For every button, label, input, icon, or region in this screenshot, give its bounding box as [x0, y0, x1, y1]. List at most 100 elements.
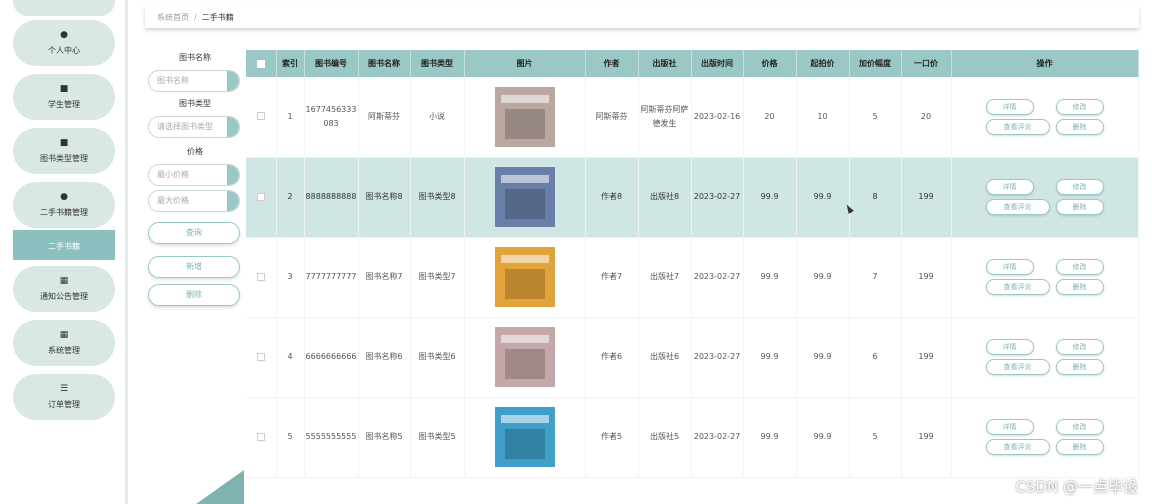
- row-delete-button[interactable]: 删除: [1055, 359, 1104, 375]
- sidebar-item-label: 图书类型管理: [40, 154, 88, 163]
- cell-code: 8888888888: [304, 157, 359, 238]
- cell-code: 5555555555: [304, 397, 359, 478]
- cell-type: 小说: [410, 77, 465, 158]
- breadcrumb-current: 二手书籍: [201, 12, 234, 22]
- row-checkbox[interactable]: [256, 192, 265, 201]
- user-icon: ●: [60, 30, 68, 40]
- table-row[interactable]: 1 1677456333083 阿斯蒂芬 小说 阿斯蒂芬 阿斯蒂芬阿萨德发生 2023-02…: [246, 77, 1139, 158]
- cell-price: 99.9: [743, 157, 797, 238]
- cell-cover: [464, 77, 586, 158]
- cell-actions: 详情 修改 查看评论 删除: [951, 157, 1139, 238]
- trash-icon: ■: [59, 84, 69, 94]
- row-delete-button[interactable]: 删除: [1055, 199, 1104, 215]
- table-header-row: 索引 图书编号 图书名称 图书类型 图片 作者 出版社 出版时间 价格 起拍价 …: [246, 50, 1139, 77]
- sidebar-item-book-types[interactable]: ■ 图书类型管理: [13, 128, 115, 174]
- book-name-input[interactable]: 图书名称: [148, 70, 240, 92]
- detail-button[interactable]: 详情: [985, 179, 1034, 195]
- detail-button[interactable]: 详情: [985, 98, 1034, 115]
- add-button[interactable]: 新增: [148, 256, 240, 278]
- book-cover-image: [494, 407, 555, 467]
- cell-index: 2: [276, 157, 305, 238]
- row-delete-button[interactable]: 删除: [1055, 118, 1104, 135]
- price-label: 价格: [187, 147, 203, 156]
- column-header: 起拍价: [796, 50, 850, 77]
- column-header: 出版社: [638, 50, 692, 77]
- view-comments-button[interactable]: 查看评论: [985, 439, 1050, 455]
- cell-start: 99.9: [796, 237, 850, 318]
- max-price-input[interactable]: 最大价格: [148, 190, 240, 212]
- cell-inc: 7: [849, 237, 902, 318]
- sidebar-item-top[interactable]: [13, 0, 115, 16]
- edit-button[interactable]: 修改: [1055, 179, 1104, 195]
- detail-button[interactable]: 详情: [985, 339, 1034, 355]
- edit-button[interactable]: 修改: [1055, 259, 1104, 275]
- column-header: 索引: [276, 50, 305, 77]
- table-row[interactable]: 4 6666666666 图书名称6 图书类型6 作者6 出版社6 2023-02-27 99…: [246, 317, 1139, 398]
- cell-date: 2023-02-16: [691, 77, 744, 158]
- edit-button[interactable]: 修改: [1055, 419, 1104, 435]
- select-all-checkbox[interactable]: [256, 59, 265, 68]
- sidebar-item-label: 学生管理: [48, 100, 80, 109]
- column-header: 价格: [743, 50, 797, 77]
- edit-button[interactable]: 修改: [1055, 98, 1104, 115]
- user-icon: ●: [60, 192, 68, 202]
- table-row[interactable]: 2 8888888888 图书名称8 图书类型8 作者8 出版社8 2023-02-27 99…: [246, 157, 1139, 238]
- book-type-select[interactable]: 请选择图书类型: [148, 116, 240, 138]
- view-comments-button[interactable]: 查看评论: [985, 359, 1050, 375]
- row-checkbox[interactable]: [256, 272, 265, 281]
- sidebar-item-orders[interactable]: ☰ 订单管理: [13, 374, 115, 420]
- row-delete-button[interactable]: 删除: [1055, 439, 1104, 455]
- column-header: 图书名称: [358, 50, 411, 77]
- cell-name: 图书名称7: [358, 237, 411, 318]
- grid-icon: ▦: [59, 330, 69, 340]
- edit-button[interactable]: 修改: [1055, 339, 1104, 355]
- view-comments-button[interactable]: 查看评论: [985, 279, 1050, 295]
- breadcrumb-separator: /: [194, 12, 197, 22]
- cell-price: 99.9: [743, 397, 797, 478]
- cell-index: 4: [276, 317, 305, 398]
- detail-button[interactable]: 详情: [985, 419, 1034, 435]
- cell-inc: 5: [849, 77, 902, 158]
- sidebar-item-system[interactable]: ▦ 系统管理: [13, 320, 115, 366]
- cell-index: 3: [276, 237, 305, 318]
- cell-name: 图书名称8: [358, 157, 411, 238]
- column-header: 操作: [951, 50, 1139, 77]
- row-checkbox[interactable]: [256, 112, 265, 121]
- cell-date: 2023-02-27: [691, 397, 744, 478]
- sidebar-item-used-books-mgmt[interactable]: ● 二手书籍管理: [13, 182, 115, 228]
- cell-type: 图书类型6: [410, 317, 465, 398]
- cell-buyout: 199: [901, 317, 952, 398]
- sidebar: ● 个人中心 ■ 学生管理 ■ 图书类型管理 ● 二手书籍管理 二手书籍 ▦ 通…: [0, 0, 128, 504]
- cell-date: 2023-02-27: [691, 237, 744, 318]
- cell-author: 作者6: [585, 317, 639, 398]
- sidebar-item-notices[interactable]: ▦ 通知公告管理: [13, 266, 115, 312]
- view-comments-button[interactable]: 查看评论: [985, 199, 1050, 215]
- detail-button[interactable]: 详情: [985, 259, 1034, 275]
- cell-index: 5: [276, 397, 305, 478]
- cell-type: 图书类型5: [410, 397, 465, 478]
- cell-type: 图书类型7: [410, 237, 465, 318]
- row-checkbox[interactable]: [256, 432, 265, 441]
- table-row[interactable]: 3 7777777777 图书名称7 图书类型7 作者7 出版社7 2023-02-27 99…: [246, 237, 1139, 318]
- row-checkbox[interactable]: [256, 352, 265, 361]
- sidebar-item-personal-center[interactable]: ● 个人中心: [13, 20, 115, 66]
- view-comments-button[interactable]: 查看评论: [985, 118, 1050, 135]
- cell-start: 99.9: [796, 397, 850, 478]
- decorative-triangle: [196, 470, 244, 504]
- grid-icon: ▦: [59, 276, 69, 286]
- select-all-header[interactable]: [246, 50, 277, 77]
- query-button[interactable]: 查询: [148, 222, 240, 244]
- breadcrumb-home[interactable]: 系统首页: [157, 12, 189, 23]
- delete-button[interactable]: 删除: [148, 284, 240, 306]
- sidebar-item-students[interactable]: ■ 学生管理: [13, 74, 115, 120]
- column-header: 出版时间: [691, 50, 744, 77]
- book-cover-image: [494, 327, 555, 387]
- table-body: 1 1677456333083 阿斯蒂芬 小说 阿斯蒂芬 阿斯蒂芬阿萨德发生 2023-02…: [246, 77, 1139, 478]
- table-row[interactable]: 5 5555555555 图书名称5 图书类型5 作者5 出版社5 2023-02-27 99…: [246, 397, 1139, 478]
- min-price-input[interactable]: 最小价格: [148, 164, 240, 186]
- cell-code: 1677456333083: [304, 77, 359, 158]
- cell-code: 7777777777: [304, 237, 359, 318]
- sidebar-subitem-used-books[interactable]: 二手书籍: [13, 230, 115, 260]
- search-panel: 图书名称 图书名称 图书类型 请选择图书类型 价格 最小价格 最大价格 查询 新…: [148, 52, 242, 306]
- row-delete-button[interactable]: 删除: [1055, 279, 1104, 295]
